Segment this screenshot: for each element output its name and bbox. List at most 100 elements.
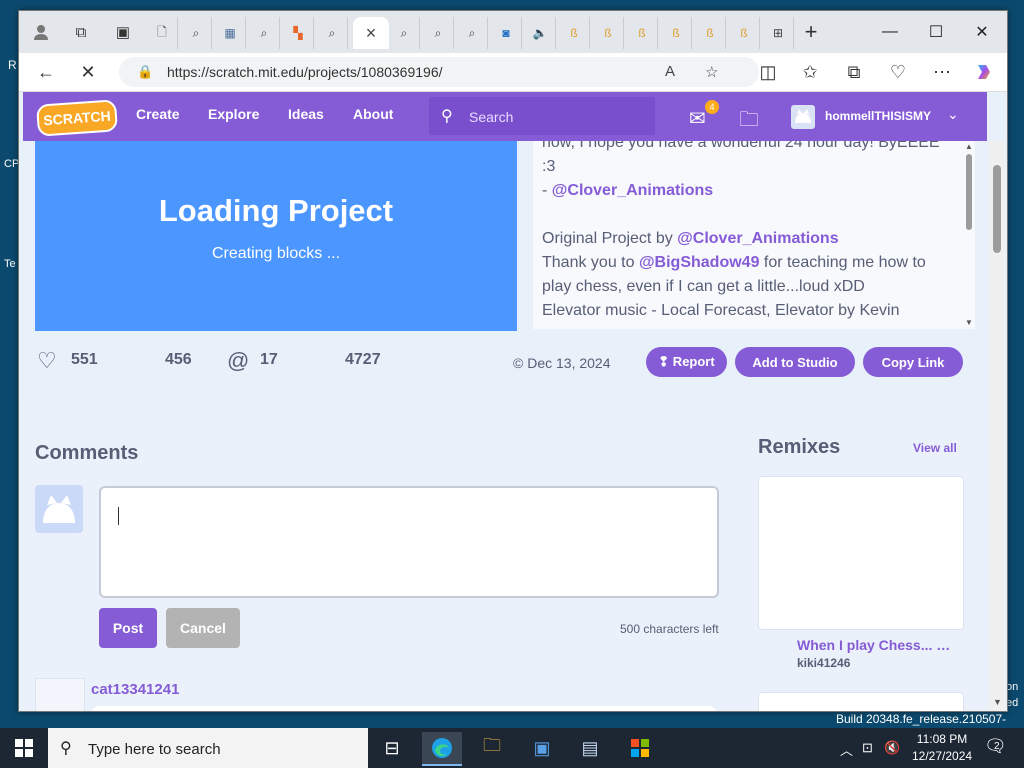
comment-username[interactable]: cat13341241 [91,681,179,698]
page-scrollbar[interactable]: ▼ [989,141,1005,711]
tab-search[interactable]: ⌕ [317,17,348,49]
network-icon[interactable]: ⊡ [862,740,873,756]
volume-muted-icon[interactable]: 🔇 [884,740,900,756]
tab-bing[interactable]: ß [695,17,726,49]
close-tab-icon[interactable]: × [366,23,377,44]
nav-explore[interactable]: Explore [208,106,259,122]
messages-icon[interactable]: ✉ [689,106,706,131]
comment-body [91,706,717,711]
search-icon: ⌕ [468,25,476,40]
tab-search[interactable]: ⌕ [389,17,420,49]
mention-link[interactable]: @Clover_Animations [677,230,838,247]
mention-link[interactable]: @BigShadow49 [639,254,760,271]
browser-essentials-icon[interactable]: ♡ [883,59,913,85]
scroll-thumb[interactable] [966,154,972,230]
remix-author[interactable]: kiki41246 [797,656,850,670]
cancel-button[interactable]: Cancel [166,608,240,648]
tab-active-scratch[interactable]: × [353,17,389,49]
tab-bing[interactable]: ß [559,17,590,49]
server-manager-icon[interactable]: ▣ [522,732,562,764]
tab-bing[interactable]: ß [627,17,658,49]
tab-actions-icon[interactable]: ▣ [109,19,137,45]
new-tab-icon[interactable]: + [797,19,825,45]
heart-icon[interactable]: ♡ [37,348,57,374]
stop-loading-icon[interactable]: ✕ [73,59,103,85]
lock-icon[interactable]: 🔒 [137,64,153,80]
nav-about[interactable]: About [353,106,393,122]
description-scrollbar[interactable]: ▲ ▼ [964,142,974,328]
back-icon[interactable]: ← [31,59,61,85]
edge-browser-icon[interactable] [422,732,462,766]
url-field[interactable]: 🔒 https://scratch.mit.edu/projects/10803… [119,57,759,87]
remote-desktop-icon[interactable]: ▤ [570,732,610,764]
split-screen-icon[interactable]: ◫ [753,59,783,85]
nav-create[interactable]: Create [136,106,180,122]
bing-icon: ß [672,26,680,40]
page-content: SCRATCH Create Explore Ideas About ⚲ ✉ 4… [19,92,1007,711]
comment-textarea[interactable] [99,486,719,598]
user-avatar[interactable] [791,105,815,129]
more-menu-icon[interactable]: ⋯ [927,59,957,85]
scroll-down-icon[interactable]: ▼ [993,697,1002,707]
tab-search[interactable]: ⌕ [457,17,488,49]
chevron-down-icon[interactable]: ⌄ [947,106,959,123]
remix-title[interactable]: When I play Chess... … [797,637,950,653]
minimize-icon[interactable]: — [867,17,913,47]
report-button[interactable]: ❢ Report [646,347,727,377]
search-icon: ⚲ [441,108,453,125]
add-to-studio-button[interactable]: Add to Studio [735,347,855,377]
description-line: play chess, even if I can get a little..… [542,278,865,295]
workspaces-icon[interactable]: ⧉ [67,19,95,45]
tab-audio[interactable]: 🔈 [525,17,556,49]
taskbar-search-input[interactable] [86,738,350,760]
tab-bing[interactable]: ß [729,17,760,49]
copilot-icon[interactable] [969,59,999,85]
remix-thumbnail[interactable] [758,476,964,630]
avatar[interactable] [35,678,85,711]
tab-extension[interactable]: ⊞ [763,17,794,49]
tab-outlook[interactable]: ◙ [491,17,522,49]
favorites-icon[interactable]: ✩ [795,59,825,85]
bing-icon: ß [706,26,714,40]
search-icon: ⌕ [434,25,442,40]
taskbar: ⚲ ⊟ 🗀 ▣ ▤ ︿ ⊡ 🔇 11:08 PM 12/27/2024 🗨 2 [0,728,1024,768]
tab-bing[interactable]: ß [593,17,624,49]
tab-search[interactable]: ⌕ [181,17,212,49]
scroll-thumb[interactable] [993,165,1001,253]
my-stuff-folder-icon[interactable]: 🗀 [739,105,759,139]
scratch-logo[interactable]: SCRATCH [35,99,119,137]
tab-search[interactable]: ⌕ [423,17,454,49]
close-window-icon[interactable]: ✕ [959,17,1005,47]
search-input[interactable] [467,107,641,127]
bing-icon: ß [740,26,748,40]
tab-document[interactable]: 🗋 [147,17,178,49]
project-player[interactable]: Loading Project Creating blocks ... [35,141,517,331]
task-view-icon[interactable]: ⊟ [372,732,412,764]
view-all-link[interactable]: View all [913,441,957,455]
tab-image[interactable]: ▦ [215,17,246,49]
chevron-up-icon[interactable]: ︿ [840,740,853,759]
nav-ideas[interactable]: Ideas [288,106,324,122]
windows-flag-icon[interactable] [620,732,660,764]
tab-microsoft[interactable]: ▚ [283,17,314,49]
remix-thumbnail[interactable] [758,692,964,711]
tab-search[interactable]: ⌕ [249,17,280,49]
description-line: :3 [542,158,556,175]
collections-icon[interactable]: ⧉ [839,59,869,85]
maximize-icon[interactable]: ☐ [913,17,959,47]
scroll-up-icon[interactable]: ▲ [965,142,973,151]
username-label[interactable]: hommellTHISISMY [825,109,931,123]
taskbar-clock[interactable]: 11:08 PM 12/27/2024 [912,731,972,765]
favorite-star-icon[interactable]: ☆ [705,63,718,81]
windows-start-icon[interactable] [0,728,48,768]
tab-bing[interactable]: ß [661,17,692,49]
profile-icon[interactable] [27,19,55,45]
post-button[interactable]: Post [99,608,157,648]
mention-link[interactable]: @Clover_Animations [552,182,713,199]
tab-bar: ⧉ ▣ 🗋 ⌕ ▦ ⌕ ▚ ⌕ × ⌕ ⌕ ⌕ ◙ 🔈 ß ß ß ß ß ß … [19,11,1007,53]
remix-spiral-icon: @ [227,348,250,373]
file-explorer-icon[interactable]: 🗀 [472,732,512,764]
copy-link-button[interactable]: Copy Link [863,347,963,377]
scroll-down-icon[interactable]: ▼ [965,318,973,327]
read-aloud-icon[interactable]: A [665,63,675,80]
